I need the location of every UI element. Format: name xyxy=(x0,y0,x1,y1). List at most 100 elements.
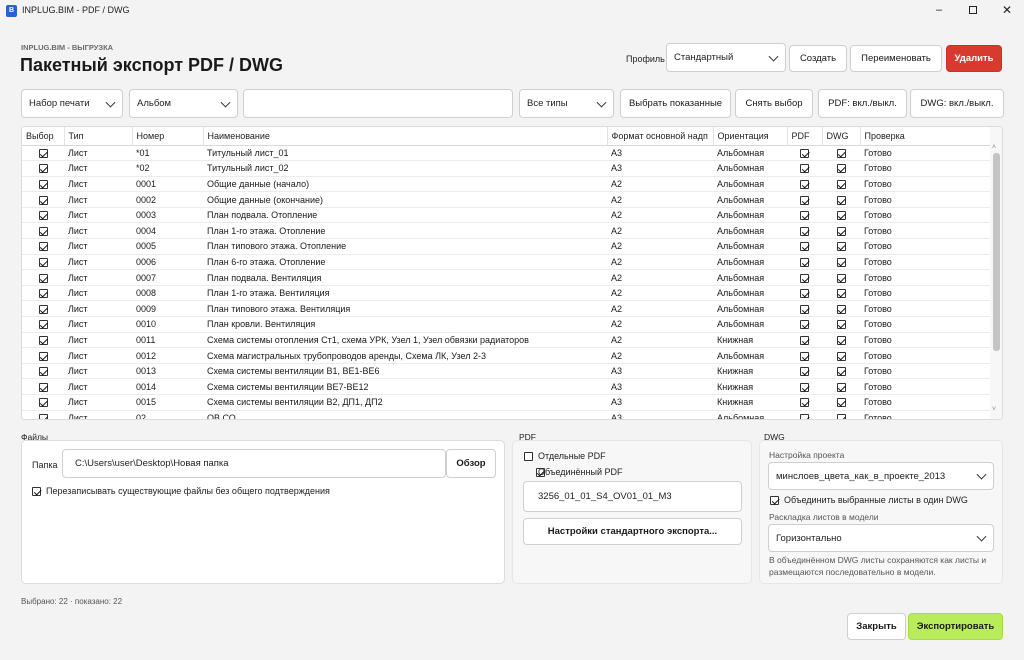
table-row[interactable]: Лист 0002 Общие данные (окончание) А2 Альбом… xyxy=(22,191,990,208)
maximize-icon[interactable] xyxy=(956,0,990,22)
sel-checkbox[interactable] xyxy=(38,226,48,236)
dwg-checkbox[interactable] xyxy=(836,226,846,236)
table-row[interactable]: Лист 0015 Схема системы вентиляции В2, ДП1… xyxy=(22,394,990,411)
pdf-toggle-button[interactable]: PDF: вкл./выкл. xyxy=(818,89,907,118)
pdf-checkbox[interactable] xyxy=(800,195,809,205)
separate-pdf-checkbox[interactable] xyxy=(524,452,533,462)
scroll-up-icon[interactable]: ˄ xyxy=(992,144,996,151)
table-row[interactable]: Лист 0010 План кровли. Вентиляция А2 Альбомн… xyxy=(22,316,990,333)
sel-checkbox[interactable] xyxy=(38,180,48,190)
sel-checkbox[interactable] xyxy=(38,413,48,419)
sel-checkbox[interactable] xyxy=(38,367,48,377)
table-row[interactable]: Лист 0001 Общие данные (начало) А2 Альбомная… xyxy=(22,176,990,193)
pdf-checkbox[interactable] xyxy=(800,382,809,392)
column-header[interactable]: Ориентация xyxy=(713,127,788,146)
dwg-checkbox[interactable] xyxy=(836,242,846,252)
dwg-checkbox[interactable] xyxy=(836,351,846,361)
dwg-checkbox[interactable] xyxy=(836,413,846,419)
sel-checkbox[interactable] xyxy=(38,148,48,158)
table-row[interactable]: Лист 0007 План подвала. Вентиляция А2 Альбом… xyxy=(22,269,990,286)
column-header[interactable]: Наименование xyxy=(203,127,608,146)
pdf-checkbox[interactable] xyxy=(800,273,809,283)
pdf-checkbox[interactable] xyxy=(800,320,809,330)
table-row[interactable]: Лист 0014 Схема системы вентиляции ВЕ7-ВЕ1… xyxy=(22,378,990,395)
table-row[interactable]: Лист 0009 План типового этажа. Вентиляция А… xyxy=(22,300,990,318)
pdf-checkbox[interactable] xyxy=(800,398,809,408)
select-shown-button[interactable]: Выбрать показанные xyxy=(620,89,731,118)
merge-dwg-checkbox[interactable] xyxy=(770,496,779,506)
overwrite-checkbox[interactable] xyxy=(32,487,41,497)
dwg-checkbox[interactable] xyxy=(836,304,846,314)
dwg-checkbox[interactable] xyxy=(836,164,846,174)
pdf-checkbox[interactable] xyxy=(800,180,809,190)
sel-checkbox[interactable] xyxy=(38,351,48,361)
table-row[interactable]: Лист *01 Титульный лист_01 А3 Альбомная Готов… xyxy=(22,145,990,162)
table-row[interactable]: Лист 0005 План типового этажа. Отопление А2… xyxy=(22,238,990,255)
dwg-toggle-button[interactable]: DWG: вкл./выкл. xyxy=(910,89,1004,118)
combined-pdf-name-input[interactable]: 3256_01_01_S4_OV01_01_M3 xyxy=(523,481,742,512)
column-header[interactable]: Номер xyxy=(132,127,204,146)
table-row[interactable]: Лист *02 Титульный лист_02 А3 Альбомная Готов… xyxy=(22,160,990,177)
pdf-checkbox[interactable] xyxy=(800,413,809,419)
print-set-select[interactable]: Набор печати xyxy=(21,89,123,118)
dwg-checkbox[interactable] xyxy=(836,289,846,299)
column-header[interactable]: Проверка xyxy=(860,127,991,146)
pdf-checkbox[interactable] xyxy=(800,226,809,236)
sel-checkbox[interactable] xyxy=(38,195,48,205)
dwg-checkbox[interactable] xyxy=(836,320,846,330)
sel-checkbox[interactable] xyxy=(38,335,48,345)
column-header[interactable]: Тип xyxy=(64,127,133,146)
table-row[interactable]: Лист 0012 Схема магистральных трубопроводо… xyxy=(22,347,990,364)
delete-profile-button[interactable]: Удалить xyxy=(946,45,1002,72)
browse-button[interactable]: Обзор xyxy=(446,449,496,478)
create-profile-button[interactable]: Создать xyxy=(789,45,847,72)
dwg-setup-select[interactable]: минслоев_цвета_как_в_проекте_2013 xyxy=(768,462,994,490)
column-header[interactable]: Выбор xyxy=(22,127,65,146)
dwg-checkbox[interactable] xyxy=(836,211,846,221)
dwg-checkbox[interactable] xyxy=(836,148,846,158)
pdf-checkbox[interactable] xyxy=(800,242,809,252)
sel-checkbox[interactable] xyxy=(38,320,48,330)
dwg-checkbox[interactable] xyxy=(836,180,846,190)
type-filter-select[interactable]: Все типы xyxy=(519,89,614,118)
search-input[interactable] xyxy=(243,89,513,118)
sel-checkbox[interactable] xyxy=(38,289,48,299)
column-header[interactable]: DWG xyxy=(822,127,861,146)
rename-profile-button[interactable]: Переименовать xyxy=(850,45,942,72)
table-row[interactable]: Лист 0013 Схема системы вентиляции В1, ВЕ1… xyxy=(22,363,990,380)
pdf-checkbox[interactable] xyxy=(800,148,809,158)
minimize-icon[interactable]: – xyxy=(922,0,956,22)
table-row[interactable]: Лист 0003 План подвала. Отопление А2 Альбомн… xyxy=(22,207,990,224)
sel-checkbox[interactable] xyxy=(38,398,48,408)
album-select[interactable]: Альбом xyxy=(129,89,238,118)
pdf-checkbox[interactable] xyxy=(800,335,809,345)
sel-checkbox[interactable] xyxy=(38,258,48,268)
profile-select[interactable]: Стандартный xyxy=(666,43,786,72)
clear-selection-button[interactable]: Снять выбор xyxy=(735,89,813,118)
table-scroll-thumb[interactable] xyxy=(993,153,1000,351)
export-button[interactable]: Экспортировать xyxy=(908,613,1003,640)
layout-select[interactable]: Горизонтально xyxy=(768,524,994,552)
dwg-checkbox[interactable] xyxy=(836,367,846,377)
column-header[interactable]: Формат основной надп xyxy=(607,127,714,146)
dwg-checkbox[interactable] xyxy=(836,382,846,392)
pdf-checkbox[interactable] xyxy=(800,258,809,268)
dwg-checkbox[interactable] xyxy=(836,258,846,268)
pdf-checkbox[interactable] xyxy=(800,367,809,377)
table-row[interactable]: Лист 0006 План 6-го этажа. Отопление А2 Альб… xyxy=(22,254,990,271)
sel-checkbox[interactable] xyxy=(38,382,48,392)
sel-checkbox[interactable] xyxy=(38,304,48,314)
pdf-checkbox[interactable] xyxy=(800,289,809,299)
folder-path-input[interactable]: C:\Users\user\Desktop\Новая папка xyxy=(62,449,446,478)
sel-checkbox[interactable] xyxy=(38,273,48,283)
table-row[interactable]: Лист 0004 План 1-го этажа. Отопление А2 Альб… xyxy=(22,222,990,240)
pdf-checkbox[interactable] xyxy=(800,211,809,221)
dwg-checkbox[interactable] xyxy=(836,335,846,345)
table-row[interactable]: Лист 0011 Схема системы отопления Ст1, схе… xyxy=(22,332,990,349)
close-icon[interactable]: ✕ xyxy=(990,0,1024,22)
column-header[interactable]: PDF xyxy=(787,127,823,146)
dwg-checkbox[interactable] xyxy=(836,398,846,408)
close-button[interactable]: Закрыть xyxy=(847,613,906,640)
pdf-checkbox[interactable] xyxy=(800,351,809,361)
table-row[interactable]: Лист 0008 План 1-го этажа. Вентиляция А2 Аль… xyxy=(22,285,990,302)
